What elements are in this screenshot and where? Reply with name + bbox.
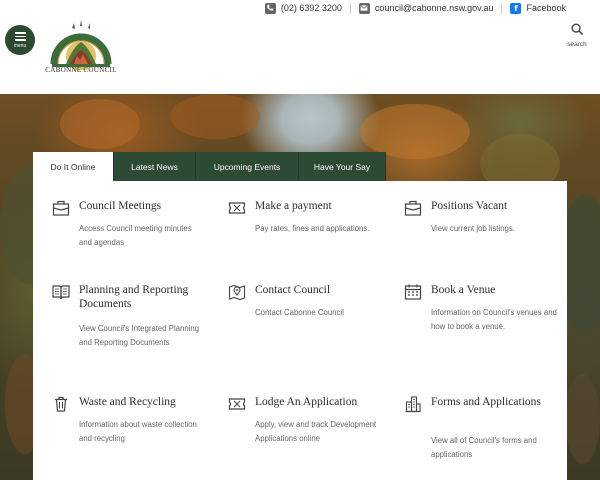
card-description: Access Council meeting minutes and agend… (79, 224, 192, 247)
phone-number: (02) 6392 3200 (280, 3, 342, 13)
calendar-icon (404, 284, 422, 300)
card-description: Apply, view and track Development Applic… (255, 420, 377, 443)
ticket-icon (228, 202, 246, 214)
menu-label: menu (13, 43, 27, 50)
card-contact-council[interactable]: Contact Council Contact Cabonne Council (228, 283, 388, 343)
phone-icon (264, 2, 276, 14)
card-title: Make a payment (255, 200, 332, 212)
card-council-meetings[interactable]: Council Meetings Access Council meeting … (52, 199, 212, 269)
card-title: Book a Venue (431, 284, 496, 296)
facebook-link[interactable]: f Facebook (510, 2, 566, 14)
card-book-a-venue[interactable]: Book a Venue Information on Council's ve… (404, 283, 564, 363)
open-book-icon (52, 285, 70, 300)
menu-button[interactable]: menu (5, 25, 35, 55)
card-title: Forms and Applications (431, 396, 541, 408)
card-lodge-application[interactable]: Lodge An Application Apply, view and tra… (228, 395, 388, 467)
trash-icon (55, 396, 67, 412)
divider (349, 2, 351, 14)
briefcase-icon (404, 200, 422, 216)
tab-have-your-say[interactable]: Have Your Say (299, 152, 386, 181)
facebook-label: Facebook (526, 3, 566, 13)
card-title: Contact Council (255, 284, 331, 296)
search-icon (571, 23, 583, 36)
card-description: View all of Council's forms and applicat… (431, 436, 537, 459)
card-description: Information on Council's venues and how … (431, 308, 557, 331)
card-positions-vacant[interactable]: Positions Vacant View current job listin… (404, 199, 564, 269)
email-icon (358, 2, 370, 14)
card-title: Waste and Recycling (79, 396, 176, 408)
logo-name: CABONNE COUNCIL (45, 66, 117, 74)
search-button[interactable]: search (562, 23, 592, 48)
card-title: Planning and Reporting Documents (79, 284, 189, 310)
card-title: Lodge An Application (255, 396, 358, 408)
tab-upcoming-events[interactable]: Upcoming Events (196, 152, 299, 181)
tab-bar: Do It Online Latest News Upcoming Events… (33, 152, 386, 181)
card-title: Positions Vacant (431, 200, 508, 212)
council-crest-icon (50, 20, 112, 71)
card-description: View Council's Integrated Planning and R… (79, 324, 200, 347)
card-description: Information about waste collection and r… (79, 420, 197, 443)
email-address: council@cabonne.nsw.gov.au (374, 3, 494, 13)
card-planning-reporting[interactable]: Planning and Reporting Documents View Co… (52, 283, 212, 369)
briefcase-icon (52, 200, 70, 216)
card-make-a-payment[interactable]: Make a payment Pay rates, fines and appl… (228, 199, 388, 269)
card-title: Council Meetings (79, 200, 162, 212)
phone-link[interactable]: (02) 6392 3200 (264, 2, 342, 14)
tab-do-it-online[interactable]: Do It Online (33, 152, 114, 181)
hamburger-icon (14, 31, 26, 43)
quick-links-panel: Council Meetings Access Council meeting … (33, 181, 567, 480)
ticket-icon (228, 398, 246, 410)
card-waste-recycling[interactable]: Waste and Recycling Information about wa… (52, 395, 212, 465)
card-forms-applications[interactable]: Forms and Applications View all of Counc… (404, 395, 564, 467)
card-description: Contact Cabonne Council (255, 308, 344, 317)
contact-bar: (02) 6392 3200 council@cabonne.nsw.gov.a… (264, 0, 600, 16)
search-label: search (567, 41, 587, 48)
map-pin-icon (228, 284, 246, 301)
divider (501, 2, 503, 14)
card-description: Pay rates, fines and applications. (255, 224, 370, 233)
card-description: View current job listings. (431, 224, 515, 233)
buildings-icon (405, 396, 421, 413)
tab-latest-news[interactable]: Latest News (114, 152, 196, 181)
facebook-icon: f (510, 2, 522, 14)
email-link[interactable]: council@cabonne.nsw.gov.au (358, 2, 494, 14)
